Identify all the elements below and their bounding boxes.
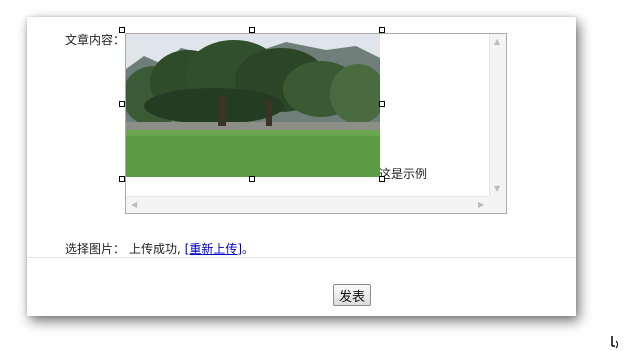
inserted-tree-image[interactable]	[126, 34, 380, 177]
vertical-scrollbar[interactable]: ▲ ▼	[489, 34, 506, 198]
resize-handle-right[interactable]	[379, 101, 385, 107]
resize-handle-bottom-left[interactable]	[119, 176, 125, 182]
resize-handle-left[interactable]	[119, 101, 125, 107]
article-content-editor[interactable]: 这是示例 ▲ ▼ ◀ ▶	[125, 33, 507, 214]
resize-handle-top[interactable]	[249, 27, 255, 33]
scroll-corner	[489, 196, 506, 213]
resize-handle-top-left[interactable]	[119, 27, 125, 33]
upload-status: 上传成功, [重新上传]。	[129, 240, 254, 257]
arrow-down-icon[interactable]: ▼	[494, 185, 500, 193]
horizontal-scrollbar[interactable]: ◀ ▶	[126, 196, 490, 213]
resize-handle-bottom[interactable]	[249, 176, 255, 182]
upload-status-text: 上传成功,	[129, 242, 181, 256]
publish-button[interactable]: 发表	[333, 284, 371, 306]
resize-handle-top-right[interactable]	[379, 27, 385, 33]
arrow-up-icon[interactable]: ▲	[494, 38, 500, 46]
content-label: 文章内容：	[65, 33, 126, 47]
image-label: 选择图片：	[65, 242, 126, 256]
arrow-right-icon[interactable]: ▶	[478, 201, 484, 209]
text-cursor-icon	[611, 336, 618, 349]
resize-handle-bottom-right[interactable]	[379, 176, 385, 182]
arrow-left-icon[interactable]: ◀	[131, 201, 137, 209]
section-divider	[27, 257, 576, 258]
reupload-suffix: 。	[242, 242, 255, 256]
reupload-link[interactable]: [重新上传]	[185, 242, 242, 256]
sample-caption: 这是示例	[379, 167, 428, 181]
